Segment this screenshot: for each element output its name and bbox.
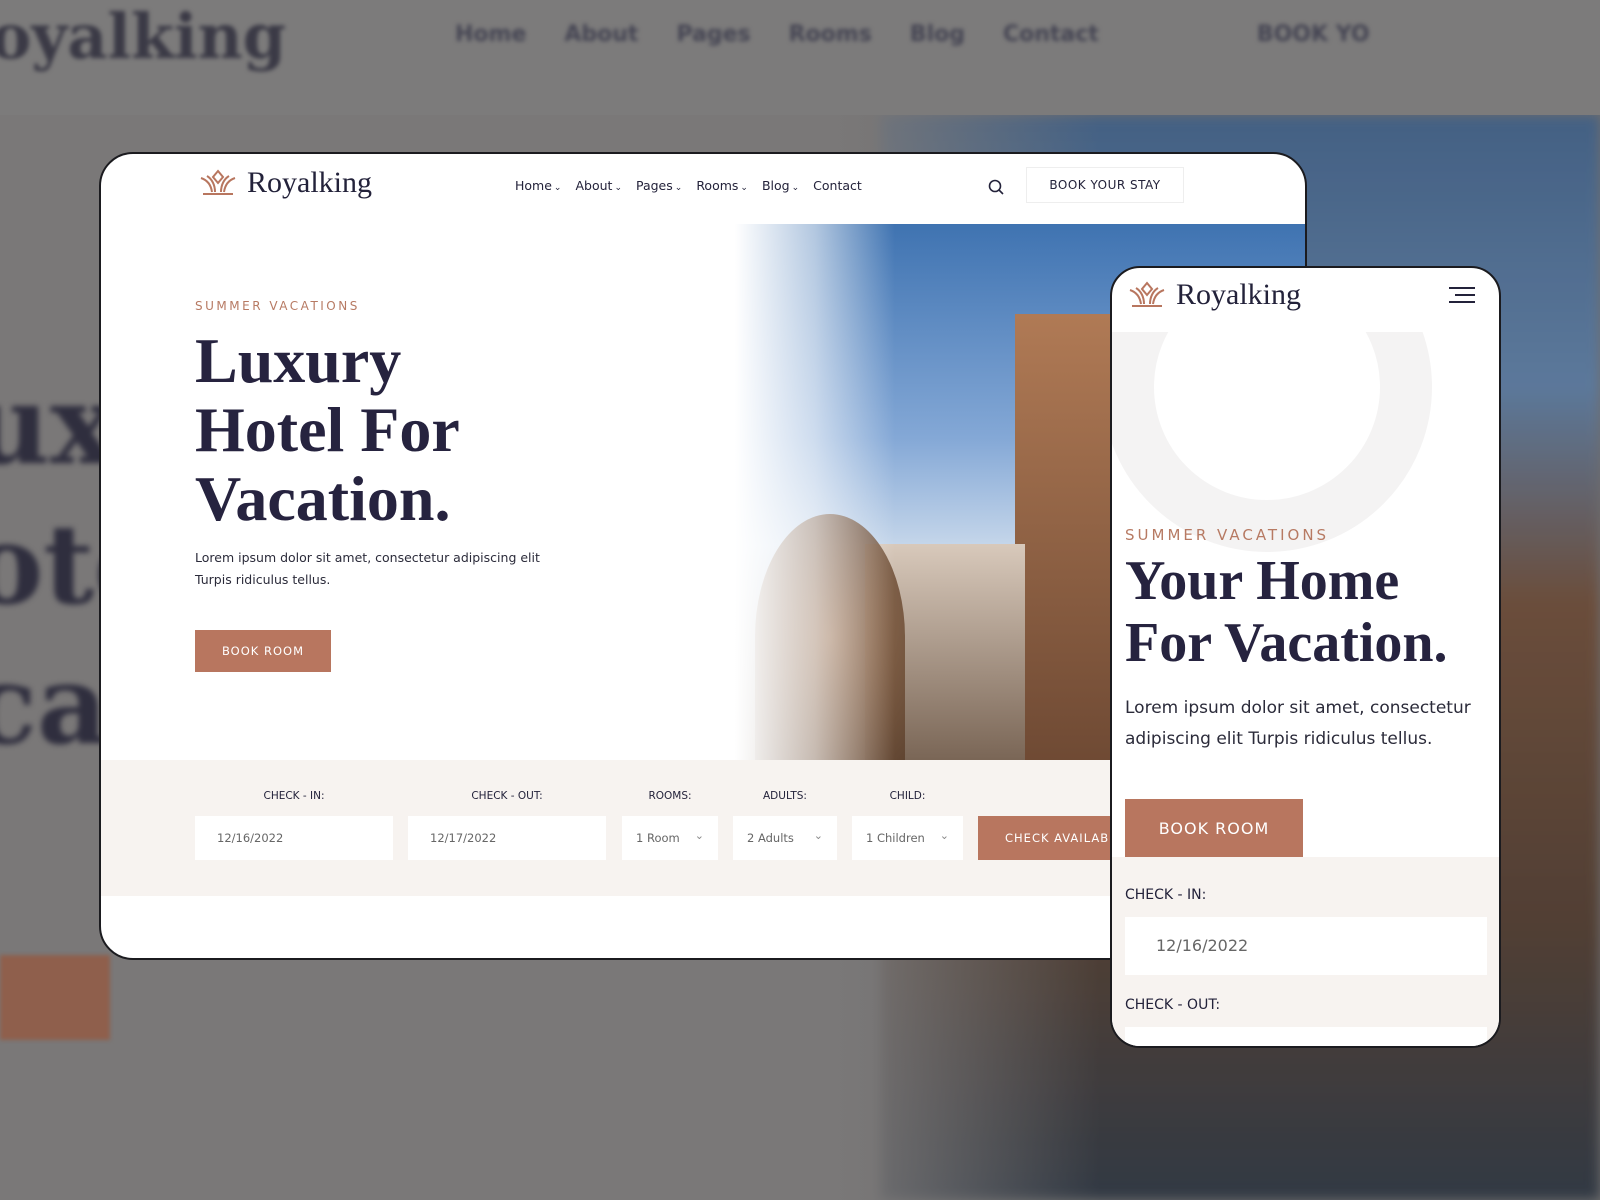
chevron-down-icon: ⌄ [791,183,800,193]
crown-logo-icon [1129,281,1165,307]
main-menu: Home ⌄ About ⌄ Pages ⌄ Rooms ⌄ Blog ⌄ Contact [515,178,862,193]
bg-nav-item: Contact [1002,22,1099,47]
bg-nav-item: About [564,22,639,47]
mobile-preview: Royalking SUMMER VACATIONS Your Home For… [1110,266,1501,1048]
nav-home[interactable]: Home ⌄ [515,178,561,193]
chevron-down-icon: ⌄ [740,183,748,193]
check-out-label: CHECK - OUT: [1125,997,1221,1013]
adults-select[interactable]: 2 Adults ⌄ [733,816,837,860]
chevron-down-icon: ⌄ [553,183,562,193]
title-line: For Vacation. [1125,612,1448,674]
check-out-input[interactable] [1125,1027,1487,1046]
nav-label: Rooms [696,178,739,193]
child-value: 1 Children [866,831,925,845]
hero-text: Lorem ipsum dolor sit amet, consectetur … [195,547,540,591]
hero-title: Luxury Hotel For Vacation. [195,326,460,533]
title-line: Your Home [1125,550,1400,612]
mobile-title: Your Home For Vacation. [1125,550,1448,674]
text-line: adipiscing elit Turpis ridiculus tellus. [1125,729,1433,749]
check-in-label: CHECK - IN: [263,790,325,802]
title-line: Vacation. [195,463,451,534]
check-out-label: CHECK - OUT: [471,790,543,802]
title-line: Luxury [195,325,402,396]
adults-label: ADULTS: [763,790,807,802]
bg-nav-item: Rooms [788,22,872,47]
brand-name: Royalking [247,166,372,199]
chevron-down-icon: ⌄ [694,829,704,842]
bg-nav-item: Blog [909,22,965,47]
bg-button [0,955,110,1040]
text-line: Lorem ipsum dolor sit amet, consectetur [1125,698,1471,718]
background-logo: oyalking [0,0,287,73]
chevron-down-icon: ⌄ [813,829,823,842]
decorative-ring [1112,332,1432,552]
mobile-booking-form: CHECK - IN: 12/16/2022 CHECK - OUT: [1112,857,1499,1046]
book-room-button[interactable]: BOOK ROOM [195,630,331,672]
mobile-text: Lorem ipsum dolor sit amet, consectetur … [1125,693,1471,755]
desktop-navbar: Royalking Home ⌄ About ⌄ Pages ⌄ Rooms ⌄ Blo… [101,154,1305,224]
book-your-stay-button[interactable]: BOOK YOUR STAY [1026,167,1184,203]
adults-value: 2 Adults [747,831,794,845]
rooms-label: ROOMS: [648,790,692,802]
text-line: Turpis ridiculus tellus. [195,572,331,587]
hero-eyebrow: SUMMER VACATIONS [195,299,360,313]
mobile-book-room-button[interactable]: BOOK ROOM [1125,799,1303,857]
child-select[interactable]: 1 Children ⌄ [852,816,963,860]
bg-nav-item: Pages [676,22,751,47]
nav-about[interactable]: About ⌄ [575,178,622,193]
nav-label: Blog [761,178,790,193]
nav-pages[interactable]: Pages ⌄ [636,178,682,193]
mobile-logo[interactable]: Royalking [1126,278,1301,312]
nav-blog[interactable]: Blog ⌄ [762,178,799,193]
crown-logo-icon [200,169,236,195]
mobile-eyebrow: SUMMER VACATIONS [1125,526,1330,544]
text-line: Lorem ipsum dolor sit amet, consectetur … [195,550,540,565]
rooms-select[interactable]: 1 Room ⌄ [622,816,718,860]
chevron-down-icon: ⌄ [939,829,949,842]
hamburger-icon[interactable] [1449,287,1475,308]
bg-heading: ca [0,640,109,769]
bg-cta: BOOK YO [1256,22,1370,47]
nav-label: Pages [635,178,673,193]
bg-nav-item: Home [455,22,527,47]
brand-name: Royalking [1176,278,1301,311]
nav-label: About [575,178,613,193]
check-in-input[interactable]: 12/16/2022 [1125,917,1487,975]
nav-label: Home [515,178,552,193]
check-in-input[interactable]: 12/16/2022 [195,816,393,860]
chevron-down-icon: ⌄ [674,183,683,193]
rooms-value: 1 Room [636,831,680,845]
nav-rooms[interactable]: Rooms ⌄ [696,178,748,193]
title-line: Hotel For [195,394,460,465]
check-in-label: CHECK - IN: [1125,887,1207,903]
background-nav: Home About Pages Rooms Blog Contact BOOK YO [455,22,1370,47]
check-out-input[interactable]: 12/17/2022 [408,816,606,860]
search-icon[interactable] [987,178,1005,196]
child-label: CHILD: [889,790,926,802]
chevron-down-icon: ⌄ [614,183,622,193]
nav-contact[interactable]: Contact [813,178,862,193]
logo[interactable]: Royalking [197,166,372,200]
